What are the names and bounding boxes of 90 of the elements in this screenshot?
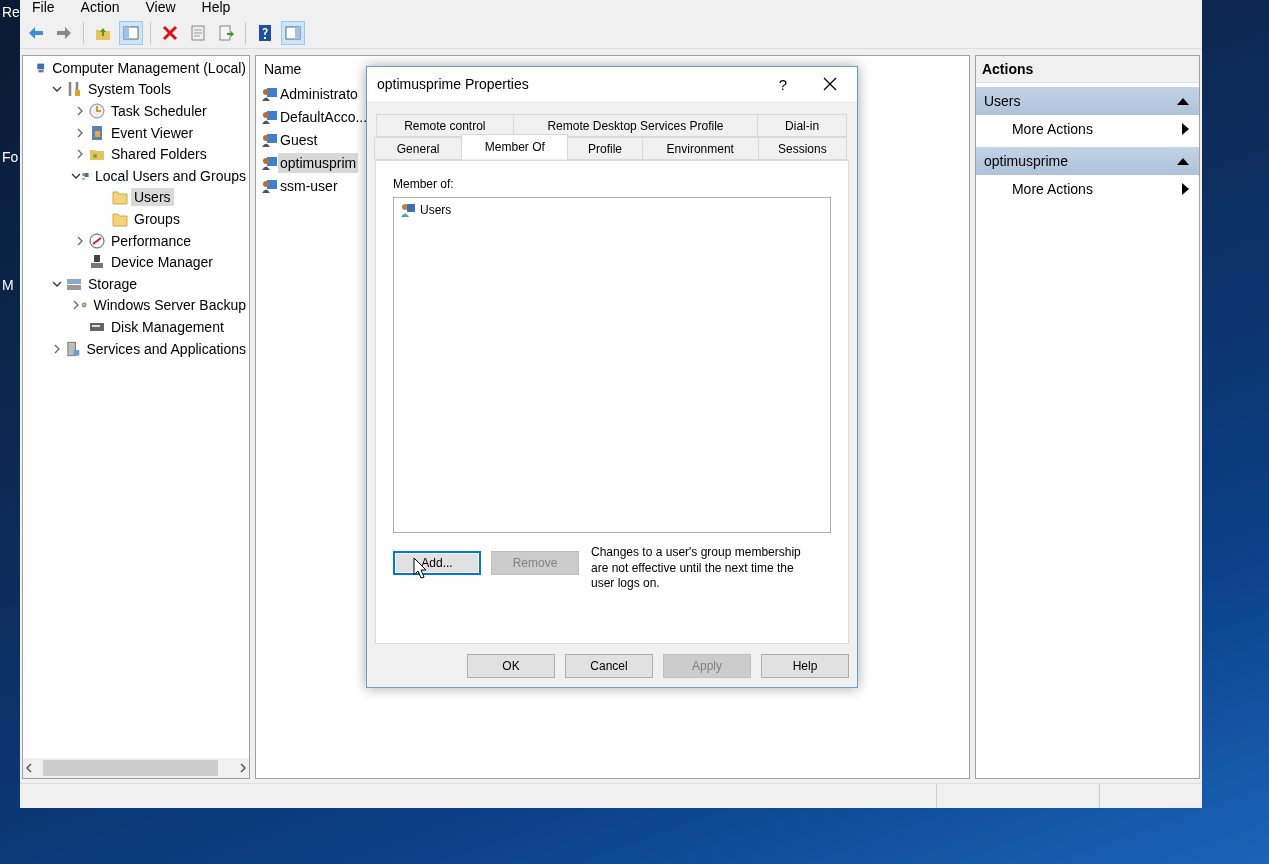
folder-icon <box>112 210 128 227</box>
actions-section-header[interactable]: Users <box>975 87 1199 115</box>
chevron-right-icon <box>75 127 85 138</box>
help-button[interactable]: ? <box>763 69 803 99</box>
column-header[interactable]: Name <box>264 61 302 77</box>
tree-item[interactable]: Users <box>131 188 174 207</box>
user-icon <box>262 177 278 194</box>
dialog-title: optimusprime Properties <box>377 76 530 92</box>
tab[interactable]: Sessions <box>757 137 847 160</box>
member-item[interactable]: Users <box>420 203 452 217</box>
console-tree-icon <box>123 25 139 41</box>
tree-item[interactable]: Event Viewer <box>108 123 197 142</box>
actions-title: Actions <box>975 56 1199 83</box>
membership-note: Changes to a user's group membership are not effective until the next time the user logs on. <box>591 545 802 592</box>
actions-section-header[interactable]: optimusprime <box>975 147 1199 175</box>
delete-icon <box>162 25 178 41</box>
user-row[interactable]: Guest <box>278 129 320 150</box>
member-list[interactable]: Users <box>393 197 831 533</box>
menu-item[interactable]: File <box>32 0 55 15</box>
tree-item[interactable]: Storage <box>85 274 141 293</box>
properties-icon <box>190 25 206 41</box>
back-arrow-icon <box>28 25 44 41</box>
services-icon <box>65 340 81 357</box>
tree-item[interactable]: Groups <box>131 209 183 228</box>
add-button[interactable]: Add... <box>393 551 481 575</box>
device-icon <box>89 254 105 271</box>
scrollbar-thumb[interactable] <box>43 760 218 776</box>
section-title: optimusprime <box>983 153 1068 169</box>
tree-item[interactable]: Task Scheduler <box>108 102 210 120</box>
action-item[interactable]: More Actions <box>975 115 1199 143</box>
tree-item[interactable]: System Tools <box>85 80 174 99</box>
gauge-icon <box>89 232 105 249</box>
tab[interactable]: Member Of <box>461 134 569 159</box>
tab[interactable]: Remote Desktop Services Profile <box>512 114 759 137</box>
user-row[interactable]: Administrato <box>278 83 360 104</box>
chevron-right-icon <box>75 149 85 160</box>
tab[interactable]: Remote control <box>376 114 514 137</box>
action-label: More Actions <box>1011 121 1093 137</box>
action-label: More Actions <box>1011 181 1093 197</box>
tree-item[interactable]: Device Manager <box>108 253 216 272</box>
export-list-icon <box>218 25 234 41</box>
chevron-right-icon <box>75 235 85 246</box>
dialog-button[interactable]: Help <box>761 654 849 678</box>
tree-item[interactable]: Shared Folders <box>108 145 210 164</box>
user-icon <box>262 85 278 102</box>
action-item[interactable]: More Actions <box>975 175 1199 203</box>
help-icon <box>257 25 273 41</box>
tree-item[interactable]: Disk Management <box>108 317 227 336</box>
desktop-icon-label[interactable]: M <box>2 277 14 293</box>
scroll-left-icon <box>23 762 35 774</box>
submenu-arrow-icon <box>1182 183 1189 195</box>
folder-icon <box>112 189 128 206</box>
section-title: Users <box>983 93 1021 109</box>
event-log-icon <box>89 124 105 141</box>
desktop-icon-label[interactable]: Fo <box>2 149 19 165</box>
user-icon <box>262 108 278 125</box>
tree-item[interactable]: Performance <box>108 231 195 250</box>
submenu-arrow-icon <box>1182 123 1189 135</box>
action-pane-icon <box>285 25 301 41</box>
tree-item[interactable]: Windows Server Backup <box>90 296 249 315</box>
tab[interactable]: Environment <box>641 137 759 160</box>
desktop-icon-label[interactable]: Re <box>2 4 20 20</box>
user-icon <box>262 154 278 171</box>
tab[interactable]: Profile <box>567 137 643 160</box>
tab[interactable]: General <box>374 137 463 160</box>
user-icon <box>262 131 278 148</box>
chevron-right-icon <box>75 106 85 116</box>
dialog-button[interactable]: OK <box>467 654 555 678</box>
collapse-up-icon <box>1177 157 1189 165</box>
horizontal-scrollbar[interactable] <box>23 758 249 778</box>
user-row[interactable]: optimusprim <box>278 152 359 173</box>
group-icon <box>400 202 416 218</box>
menu-item[interactable]: View <box>145 0 176 15</box>
user-row[interactable]: ssm-user <box>278 175 340 196</box>
close-icon <box>823 77 837 91</box>
collapse-up-icon <box>1177 97 1189 105</box>
member-of-label: Member of: <box>393 177 455 191</box>
menu-item[interactable]: Help <box>201 0 231 15</box>
tab[interactable]: Dial-in <box>757 114 847 137</box>
tree-item[interactable]: Computer Management (Local) <box>49 58 249 77</box>
chevron-right-icon <box>71 300 81 311</box>
tree-item[interactable]: Services and Applications <box>83 339 249 358</box>
menu-item[interactable]: Action <box>80 0 120 15</box>
clock-icon <box>89 103 105 119</box>
tools-icon <box>66 81 82 98</box>
dialog-button[interactable]: Cancel <box>565 654 653 678</box>
scroll-right-icon <box>237 762 249 774</box>
user-row[interactable]: DefaultAcco... <box>278 106 370 127</box>
tree-item[interactable]: Local Users and Groups <box>92 166 249 185</box>
forward-arrow-icon <box>56 25 72 41</box>
